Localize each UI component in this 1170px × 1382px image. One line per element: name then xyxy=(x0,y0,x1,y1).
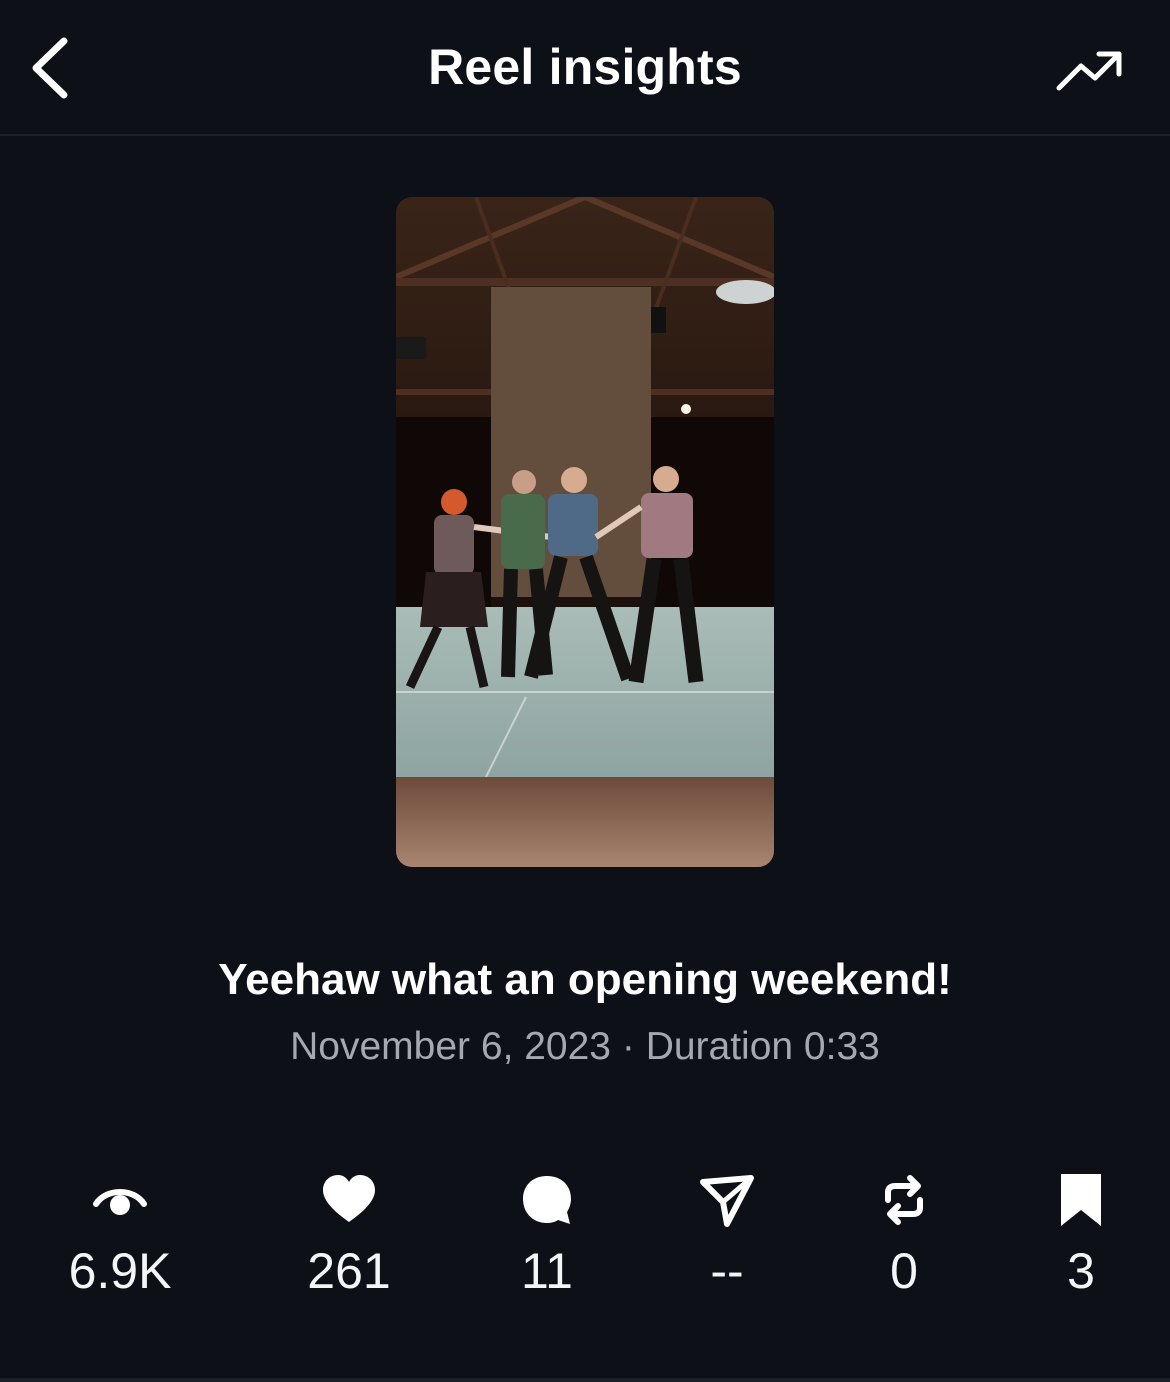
reel-thumbnail-image xyxy=(396,197,774,867)
meta-separator: · xyxy=(621,1025,635,1068)
stats-row: 6.9K 261 11 -- 0 3 xyxy=(0,1170,1170,1310)
eye-icon xyxy=(93,1189,147,1215)
bottom-divider xyxy=(0,1378,1170,1382)
stat-views-value: 6.9K xyxy=(68,1243,172,1299)
trending-up-icon xyxy=(1056,51,1122,91)
heart-icon xyxy=(323,1175,375,1222)
stat-shares-value: -- xyxy=(710,1243,744,1299)
stat-reposts[interactable]: 0 xyxy=(804,1170,1004,1300)
repost-icon xyxy=(885,1175,923,1225)
stat-likes-value: 261 xyxy=(307,1243,391,1299)
top-bar: Reel insights xyxy=(0,0,1170,136)
stat-saves[interactable]: 3 xyxy=(981,1170,1170,1300)
reel-meta: November 6, 2023 · Duration 0:33 xyxy=(0,1025,1170,1069)
stat-reposts-value: 0 xyxy=(890,1243,918,1299)
stat-shares[interactable]: -- xyxy=(627,1170,827,1300)
page-title: Reel insights xyxy=(428,39,742,95)
comment-icon xyxy=(523,1176,571,1224)
reel-caption: Yeehaw what an opening weekend! xyxy=(218,955,952,1004)
stat-comments[interactable]: 11 xyxy=(447,1170,647,1300)
reel-thumbnail[interactable] xyxy=(396,197,774,867)
share-icon xyxy=(700,1175,754,1227)
stat-views[interactable]: 6.9K xyxy=(20,1170,220,1300)
bookmark-icon xyxy=(1061,1174,1101,1226)
stat-saves-value: 3 xyxy=(1067,1243,1095,1299)
trending-button[interactable] xyxy=(1050,40,1130,100)
reel-date: November 6, 2023 xyxy=(290,1025,611,1068)
stat-likes[interactable]: 261 xyxy=(249,1170,449,1300)
reel-duration: Duration 0:33 xyxy=(645,1025,880,1068)
stat-comments-value: 11 xyxy=(521,1243,573,1299)
